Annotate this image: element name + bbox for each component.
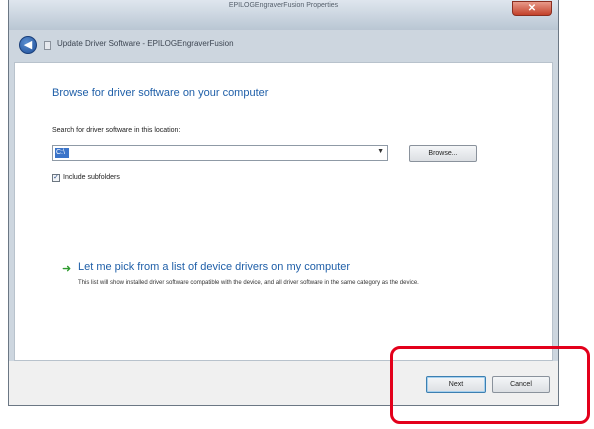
close-icon: ✕ — [527, 3, 537, 14]
title-bar[interactable]: EPILOGEngraverFusion Properties ✕ — [9, 0, 558, 30]
pick-from-list-link[interactable]: Let me pick from a list of device driver… — [78, 261, 350, 273]
include-subfolders-checkbox[interactable]: ✓ — [52, 174, 60, 182]
back-arrow-icon: ◀ — [23, 39, 33, 51]
window-title: EPILOGEngraverFusion Properties — [228, 2, 339, 9]
green-arrow-icon: ➜ — [62, 263, 72, 275]
include-subfolders-label[interactable]: Include subfolders — [63, 174, 120, 181]
nav-row: ◀ Update Driver Software - EPILOGEngrave… — [19, 34, 548, 56]
search-location-combobox[interactable]: C:\ ▼ — [52, 145, 388, 161]
browse-button[interactable]: Browse... — [409, 145, 477, 162]
search-location-value[interactable]: C:\ — [55, 148, 69, 158]
search-location-label: Search for driver software in this locat… — [52, 127, 181, 134]
page-heading: Browse for driver software on your compu… — [52, 87, 269, 99]
nav-title: Update Driver Software - EPILOGEngraverF… — [57, 39, 234, 48]
back-button[interactable]: ◀ — [19, 36, 37, 54]
highlight-annotation — [390, 346, 590, 424]
pick-from-list-description: This list will show installed driver sof… — [78, 280, 419, 286]
driver-icon — [44, 41, 51, 50]
chevron-down-icon[interactable]: ▼ — [377, 148, 384, 155]
content-panel: Browse for driver software on your compu… — [14, 62, 553, 361]
close-button[interactable]: ✕ — [512, 1, 552, 16]
